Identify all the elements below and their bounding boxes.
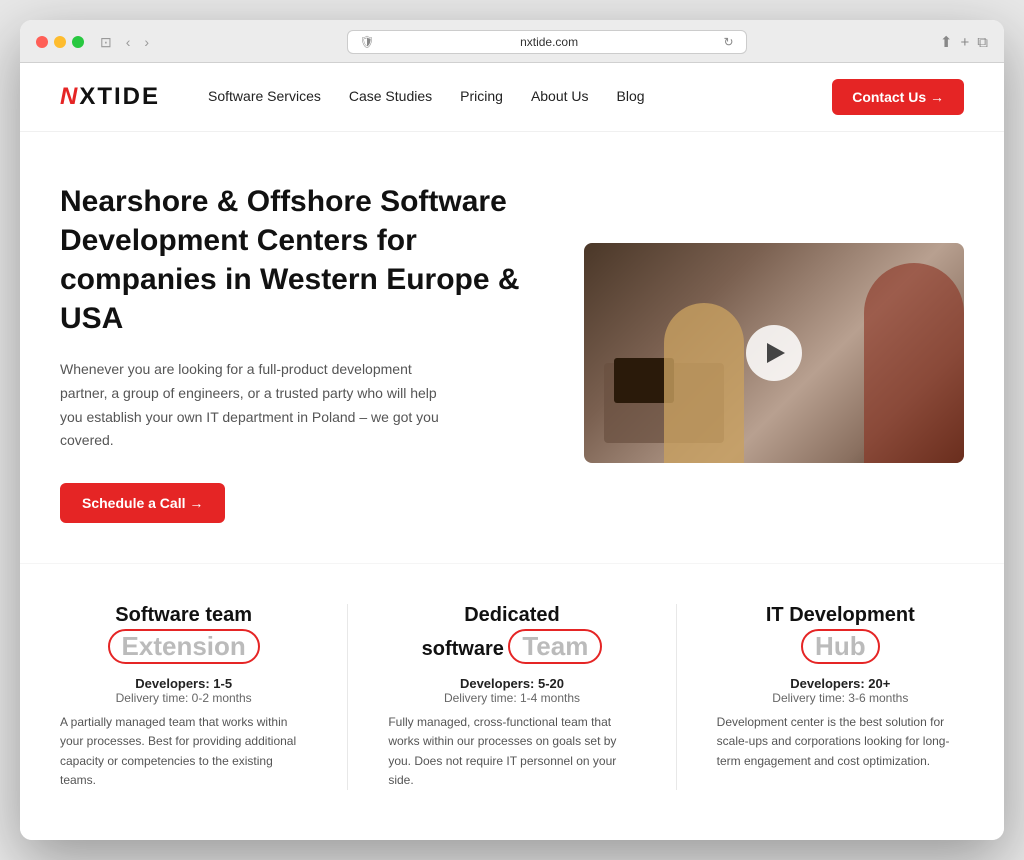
navbar: NXTIDE Software Services Case Studies Pr… — [20, 63, 1004, 132]
reload-icon[interactable]: ↻ — [723, 35, 733, 49]
nav-link-blog[interactable]: Blog — [617, 88, 645, 104]
shield-icon: 🛡 — [360, 35, 375, 49]
developers-extension: Developers: 1-5 — [60, 676, 307, 691]
service-meta-extension: Developers: 1-5 Delivery time: 0-2 month… — [60, 676, 307, 705]
services-section: Software team Extension Developers: 1-5 … — [20, 563, 1004, 840]
delivery-hub: Delivery time: 3-6 months — [717, 691, 964, 705]
browser-window: ⊡ ‹ › 🛡 nxtide.com ↻ ⬆ + ⧉ NXTIDE Softwa… — [20, 20, 1004, 840]
contact-us-button[interactable]: Contact Us → — [832, 79, 964, 115]
page-content: NXTIDE Software Services Case Studies Pr… — [20, 63, 1004, 840]
divider-1 — [347, 604, 348, 790]
nav-links: Software Services Case Studies Pricing A… — [208, 88, 832, 106]
nav-link-case-studies[interactable]: Case Studies — [349, 88, 432, 104]
traffic-light-red[interactable] — [36, 36, 48, 48]
logo-rest: XTIDE — [79, 83, 160, 110]
service-desc-team: Fully managed, cross-functional team tha… — [388, 713, 635, 790]
logo-n: N — [60, 83, 79, 110]
url-text: nxtide.com — [383, 35, 716, 49]
sidebar-toggle-icon[interactable]: ⊡ — [96, 32, 116, 53]
service-top-label-team: Dedicated — [388, 604, 635, 627]
service-top-label-extension: Software team — [60, 604, 307, 627]
nav-link-about-us[interactable]: About Us — [531, 88, 589, 104]
person1-figure — [664, 303, 744, 463]
service-desc-extension: A partially managed team that works with… — [60, 713, 307, 790]
service-highlight-extension: Extension — [108, 629, 260, 664]
delivery-team: Delivery time: 1-4 months — [388, 691, 635, 705]
delivery-extension: Delivery time: 0-2 months — [60, 691, 307, 705]
developers-hub: Developers: 20+ — [717, 676, 964, 691]
service-card-team: Dedicated software Team Developers: 5-20… — [388, 604, 635, 790]
new-tab-icon[interactable]: + — [961, 34, 970, 51]
service-top-label-hub: IT Development — [717, 604, 964, 627]
hero-text: Nearshore & Offshore Software Developmen… — [60, 182, 544, 523]
logo[interactable]: NXTIDE — [60, 83, 160, 111]
service-card-extension: Software team Extension Developers: 1-5 … — [60, 604, 307, 790]
service-desc-hub: Development center is the best solution … — [717, 713, 964, 771]
hero-subtitle: Whenever you are looking for a full-prod… — [60, 358, 440, 453]
nav-item-pricing[interactable]: Pricing — [460, 88, 503, 106]
service-middle-label-team: software — [422, 638, 504, 660]
play-button[interactable] — [746, 325, 802, 381]
hero-section: Nearshore & Offshore Software Developmen… — [20, 132, 1004, 563]
nav-item-software-services[interactable]: Software Services — [208, 88, 321, 106]
divider-2 — [676, 604, 677, 790]
developers-team: Developers: 5-20 — [388, 676, 635, 691]
traffic-light-yellow[interactable] — [54, 36, 66, 48]
hero-title: Nearshore & Offshore Software Developmen… — [60, 182, 544, 338]
service-card-hub: IT Development Hub Developers: 20+ Deliv… — [717, 604, 964, 790]
browser-nav-controls: ⊡ ‹ › — [96, 32, 153, 53]
back-button[interactable]: ‹ — [122, 32, 135, 52]
nav-item-blog[interactable]: Blog — [617, 88, 645, 106]
service-meta-hub: Developers: 20+ Delivery time: 3-6 month… — [717, 676, 964, 705]
address-bar[interactable]: 🛡 nxtide.com ↻ — [347, 30, 747, 54]
schedule-call-button[interactable]: Schedule a Call → — [60, 483, 225, 523]
service-title-extension: Software team Extension — [60, 604, 307, 664]
hero-video[interactable] — [584, 243, 964, 463]
traffic-light-green[interactable] — [72, 36, 84, 48]
service-highlight-team: Team — [508, 629, 602, 664]
service-highlight-hub: Hub — [801, 629, 880, 664]
browser-actions: ⬆ + ⧉ — [940, 33, 988, 51]
nav-link-pricing[interactable]: Pricing — [460, 88, 503, 104]
tabs-icon[interactable]: ⧉ — [977, 34, 988, 51]
service-title-hub: IT Development Hub — [717, 604, 964, 664]
person2-figure — [864, 263, 964, 463]
forward-button[interactable]: › — [140, 32, 153, 52]
traffic-lights — [36, 36, 84, 48]
share-icon[interactable]: ⬆ — [940, 33, 953, 51]
nav-item-about-us[interactable]: About Us — [531, 88, 589, 106]
service-meta-team: Developers: 5-20 Delivery time: 1-4 mont… — [388, 676, 635, 705]
service-title-team: Dedicated software Team — [388, 604, 635, 664]
nav-link-software-services[interactable]: Software Services — [208, 88, 321, 104]
nav-item-case-studies[interactable]: Case Studies — [349, 88, 432, 106]
browser-chrome: ⊡ ‹ › 🛡 nxtide.com ↻ ⬆ + ⧉ — [20, 20, 1004, 63]
